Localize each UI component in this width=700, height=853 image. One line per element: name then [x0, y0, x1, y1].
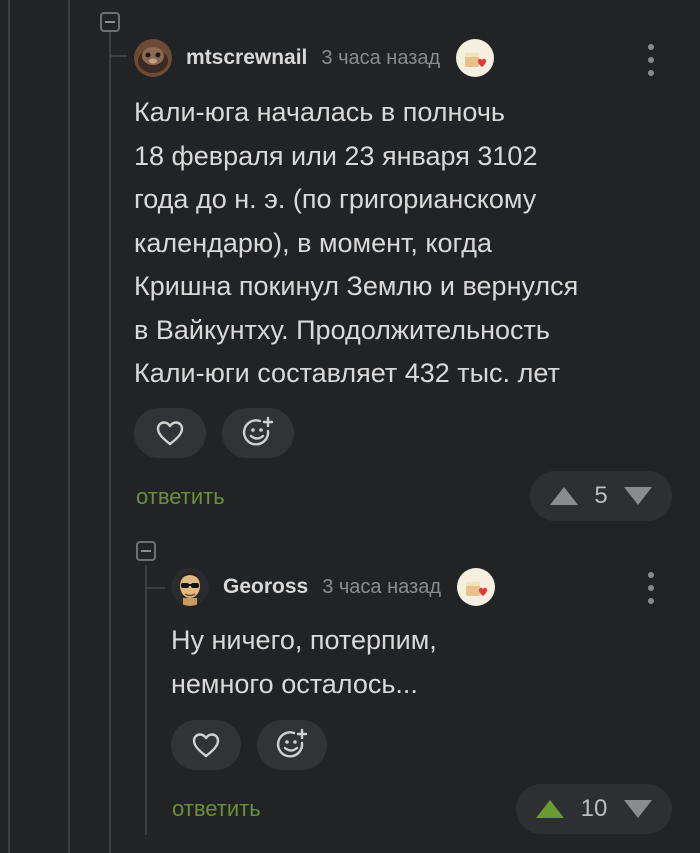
- thread-line-comment2[interactable]: [145, 565, 147, 835]
- upvote-icon[interactable]: [534, 798, 566, 820]
- avatar-geoross[interactable]: [171, 568, 209, 606]
- comment2-author[interactable]: Geoross: [223, 575, 308, 599]
- comment2-rating: 10: [580, 795, 608, 822]
- thread-connector-comment2: [145, 587, 165, 589]
- comments-thread: mtscrewnail 3 часа назад Кали-юга начала…: [0, 0, 700, 853]
- comment2-text: Ну ничего, потерпим, немного осталось...: [171, 625, 437, 699]
- thread-line-left-2: [68, 0, 70, 853]
- cake-heart-award-icon[interactable]: [457, 568, 496, 606]
- comment1-text: Кали-юга началась в полночь 18 февраля и…: [134, 97, 579, 388]
- comment2-like-button[interactable]: [171, 720, 241, 770]
- comment1-author[interactable]: mtscrewnail: [186, 46, 307, 70]
- comment1-time: 3 часа назад: [321, 46, 441, 69]
- comment1-header: mtscrewnail 3 часа назад: [134, 38, 495, 78]
- cake-heart-award-icon[interactable]: [456, 39, 495, 77]
- downvote-icon[interactable]: [622, 485, 654, 507]
- comment1-menu-icon[interactable]: [645, 44, 657, 76]
- collapse-button-comment2[interactable]: [136, 541, 156, 561]
- comment1-reply-link[interactable]: ответить: [136, 484, 225, 510]
- comment1-like-button[interactable]: [134, 408, 206, 458]
- smiley-plus-icon: [242, 416, 274, 446]
- smiley-plus-icon: [276, 728, 308, 758]
- comment2-vote-box: 10: [516, 784, 672, 834]
- thread-line-comment1[interactable]: [109, 28, 111, 853]
- comment2-reply-link[interactable]: ответить: [172, 796, 261, 822]
- thread-line-outer: [8, 0, 10, 853]
- comment1-reaction-button[interactable]: [222, 408, 294, 458]
- comment2-menu-icon[interactable]: [645, 572, 657, 604]
- comment2-header: Geoross 3 часа назад: [171, 567, 496, 607]
- thread-connector-comment1: [109, 55, 127, 57]
- heart-outline-icon: [192, 733, 220, 758]
- collapse-button-comment1[interactable]: [100, 12, 120, 32]
- comment2-time: 3 часа назад: [322, 575, 442, 598]
- downvote-icon[interactable]: [622, 798, 654, 820]
- avatar-mtscrewnail[interactable]: [134, 39, 172, 77]
- upvote-icon[interactable]: [548, 485, 580, 507]
- comment2-reaction-button[interactable]: [257, 720, 327, 770]
- heart-outline-icon: [156, 421, 184, 446]
- comment1-vote-box: 5: [530, 471, 672, 521]
- comment1-rating: 5: [594, 482, 608, 509]
